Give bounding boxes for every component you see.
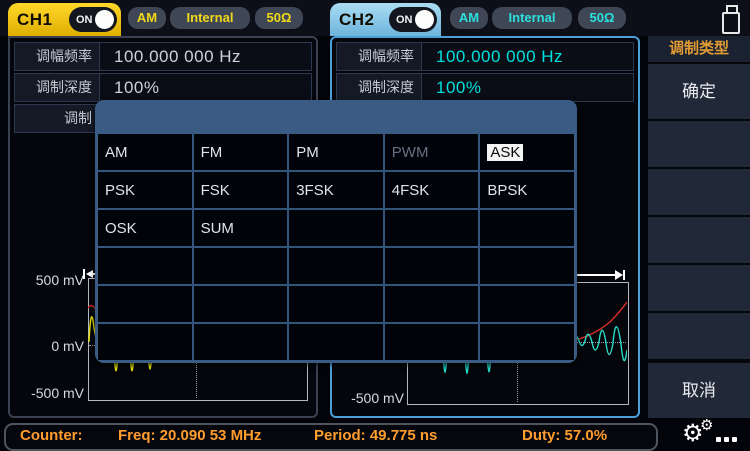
- ch1-impedance-badge: 50Ω: [255, 7, 303, 29]
- mod-option-label: 3FSK: [296, 182, 334, 199]
- ch2-modulation-badge: AM: [450, 7, 488, 29]
- mod-option-pm[interactable]: PM: [289, 134, 383, 170]
- ch2-am-frequency-label: 调幅频率: [336, 42, 422, 71]
- sidebar-empty-slot: [648, 313, 750, 361]
- mod-option-4fsk[interactable]: 4FSK: [385, 172, 479, 208]
- soft-key-menu: 调制类型 确定 取消: [648, 36, 750, 418]
- counter-period: Period: 49.775 ns: [314, 427, 437, 444]
- mod-option-ask-selected[interactable]: ASK: [480, 134, 574, 170]
- mod-option-empty: [194, 248, 288, 284]
- mod-option-empty: [194, 324, 288, 360]
- mod-option-empty: [385, 286, 479, 322]
- mod-option-label: PM: [296, 144, 319, 161]
- mod-option-label: OSK: [105, 220, 137, 237]
- mod-option-label: SUM: [201, 220, 234, 237]
- ch2-neg500mv-label: -500 mV: [338, 390, 404, 406]
- ch1-mod-depth-row[interactable]: 调制深度 100%: [14, 73, 312, 102]
- mod-option-3fsk[interactable]: 3FSK: [289, 172, 383, 208]
- ch1-tab-label: CH1: [8, 10, 53, 30]
- mod-option-label: FSK: [201, 182, 230, 199]
- ch2-mod-depth-row[interactable]: 调制深度 100%: [336, 73, 634, 102]
- ch1-am-frequency-row[interactable]: 调幅频率 100.000 000 Hz: [14, 42, 312, 71]
- ch2-on-toggle[interactable]: ON: [389, 7, 437, 32]
- mod-option-empty: [98, 324, 192, 360]
- mod-option-label: FM: [201, 144, 223, 161]
- mod-option-am[interactable]: AM: [98, 134, 192, 170]
- ch2-source-badge: Internal: [492, 7, 572, 29]
- signal-generator-screen: { "header": { "ch1": {"tab_label": "CH1"…: [0, 0, 750, 450]
- top-status-bar: CH1 ON AM Internal 50Ω CH2 ON AM Interna…: [0, 0, 750, 36]
- sidebar-title: 调制类型: [648, 36, 750, 64]
- mod-option-label: AM: [105, 144, 128, 161]
- ch1-modulation-label: 调制: [14, 104, 100, 133]
- ch2-am-frequency-value: 100.000 000 Hz: [422, 42, 634, 71]
- mod-option-empty: [289, 286, 383, 322]
- frequency-counter-bar: Counter: Freq: 20.090 53 MHz Period: 49.…: [4, 423, 658, 451]
- ch1-mod-depth-value: 100%: [100, 73, 312, 102]
- sidebar-empty-slot: [648, 217, 750, 265]
- counter-freq: Freq: 20.090 53 MHz: [118, 427, 261, 444]
- mod-option-empty: [385, 248, 479, 284]
- ch1-source-badge: Internal: [170, 7, 250, 29]
- ch1-modulation-badge: AM: [128, 7, 166, 29]
- mod-option-empty: [289, 324, 383, 360]
- mod-option-empty: [385, 324, 479, 360]
- mod-option-empty: [98, 286, 192, 322]
- mod-option-label: BPSK: [487, 182, 527, 199]
- ch1-toggle-knob: [95, 10, 114, 29]
- ch1-tab[interactable]: CH1 ON: [8, 3, 121, 36]
- cancel-button[interactable]: 取消: [648, 361, 750, 418]
- ch2-am-frequency-row[interactable]: 调幅频率 100.000 000 Hz: [336, 42, 634, 71]
- ch2-tab[interactable]: CH2 ON: [330, 3, 441, 36]
- mod-option-label: ASK: [487, 144, 523, 161]
- mod-option-empty: [289, 248, 383, 284]
- ch1-0mv-label: 0 mV: [18, 338, 84, 354]
- ch1-am-frequency-value: 100.000 000 Hz: [100, 42, 312, 71]
- mod-option-label: PSK: [105, 182, 135, 199]
- ch1-on-toggle[interactable]: ON: [69, 7, 117, 32]
- ch2-tab-label: CH2: [330, 10, 375, 30]
- ch2-impedance-badge: 50Ω: [578, 7, 626, 29]
- mod-option-label: 4FSK: [392, 182, 430, 199]
- sidebar-empty-slot: [648, 169, 750, 217]
- mod-option-fsk[interactable]: FSK: [194, 172, 288, 208]
- confirm-button[interactable]: 确定: [648, 64, 750, 121]
- more-dots-icon: [716, 437, 737, 442]
- gear-small-icon: ⚙: [700, 416, 713, 434]
- mod-option-osk[interactable]: OSK: [98, 210, 192, 246]
- ch2-toggle-knob: [415, 10, 434, 29]
- mod-option-fm[interactable]: FM: [194, 134, 288, 170]
- mod-option-bpsk[interactable]: BPSK: [480, 172, 574, 208]
- sidebar-empty-slot: [648, 265, 750, 313]
- usb-device-icon: [721, 5, 739, 33]
- counter-label: Counter:: [20, 427, 83, 444]
- mod-option-sum[interactable]: SUM: [194, 210, 288, 246]
- mod-option-pwm: PWM: [385, 134, 479, 170]
- modulation-type-dialog: AM FM PM PWM ASK PSK FSK 3FSK 4FSK BPSK …: [95, 100, 577, 363]
- ch1-am-frequency-label: 调幅频率: [14, 42, 100, 71]
- mod-option-empty: [480, 286, 574, 322]
- ch2-mod-depth-value: 100%: [422, 73, 634, 102]
- mod-option-empty: [289, 210, 383, 246]
- mod-option-empty: [98, 248, 192, 284]
- counter-duty: Duty: 57.0%: [522, 427, 607, 444]
- settings-gears-icon[interactable]: ⚙ ⚙: [682, 421, 746, 449]
- mod-option-empty: [480, 248, 574, 284]
- sidebar-empty-slot: [648, 121, 750, 169]
- ch2-mod-depth-label: 调制深度: [336, 73, 422, 102]
- ch2-toggle-label: ON: [389, 14, 413, 26]
- mod-option-psk[interactable]: PSK: [98, 172, 192, 208]
- ch1-toggle-label: ON: [69, 14, 93, 26]
- ch1-500mv-label: 500 mV: [18, 272, 84, 288]
- mod-option-label: PWM: [392, 144, 429, 161]
- mod-option-empty: [480, 324, 574, 360]
- mod-option-empty: [385, 210, 479, 246]
- modulation-options-grid: AM FM PM PWM ASK PSK FSK 3FSK 4FSK BPSK …: [98, 134, 574, 360]
- ch1-mod-depth-label: 调制深度: [14, 73, 100, 102]
- ch1-neg500mv-label: -500 mV: [18, 385, 84, 401]
- mod-option-empty: [480, 210, 574, 246]
- mod-option-empty: [194, 286, 288, 322]
